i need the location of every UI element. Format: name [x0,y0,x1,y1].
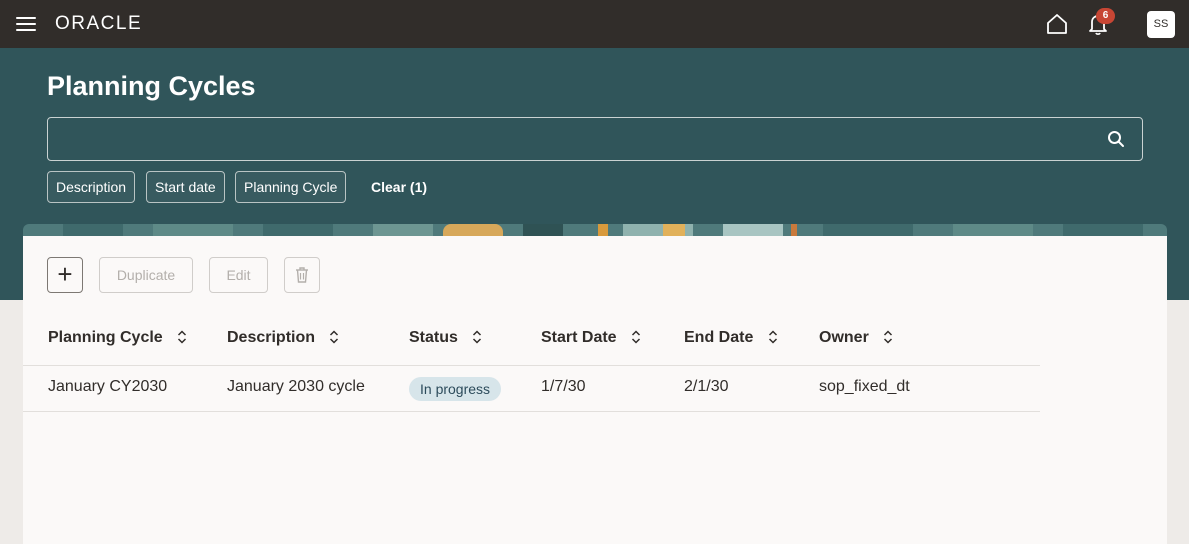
search-box [47,117,1143,161]
sort-icon [768,330,777,344]
column-header-label: End Date [684,329,754,346]
cell-end-date: 2/1/30 [684,378,729,395]
add-button[interactable]: + [47,257,83,293]
filter-chip-start-date[interactable]: Start date [146,171,225,203]
search-input[interactable] [58,126,1098,154]
sort-icon [178,330,187,344]
duplicate-button[interactable]: Duplicate [99,257,193,293]
cell-description: January 2030 cycle [227,378,365,395]
content-card [23,236,1167,544]
column-header-label: Owner [819,329,869,346]
sort-icon [473,330,482,344]
column-header-owner[interactable]: Owner [819,329,893,347]
page-title: Planning Cycles [47,71,256,101]
edit-button[interactable]: Edit [209,257,268,293]
oracle-logo: ORACLE [55,13,143,34]
column-header-end-date[interactable]: End Date [684,329,778,347]
sort-icon [884,330,893,344]
cell-start-date: 1/7/30 [541,378,586,395]
background-pattern-right [1167,300,1189,544]
top-bar [0,0,1189,48]
column-header-label: Status [409,329,458,346]
column-header-planning-cycle[interactable]: Planning Cycle [48,329,187,347]
sort-icon [632,330,641,344]
notification-badge: 6 [1096,8,1115,24]
filter-chip-planning-cycle[interactable]: Planning Cycle [235,171,347,203]
column-header-label: Description [227,329,316,346]
background-pattern-left [0,300,23,544]
clear-filters-link[interactable]: Clear (1) [371,179,427,195]
table-divider [23,411,1040,412]
status-badge: In progress [409,377,502,401]
cell-owner: sop_fixed_dt [819,378,910,395]
sort-icon [330,330,339,344]
cell-planning-cycle[interactable]: January CY2030 [48,378,167,396]
home-icon[interactable] [1045,12,1069,36]
column-header-label: Planning Cycle [48,329,163,346]
hamburger-menu-icon[interactable] [14,14,38,34]
search-icon[interactable] [1106,129,1126,149]
column-header-label: Start Date [541,329,617,346]
column-header-start-date[interactable]: Start Date [541,329,641,347]
trash-icon [296,267,308,283]
filter-chip-description[interactable]: Description [47,171,136,203]
user-avatar[interactable]: SS [1147,11,1175,38]
column-header-status[interactable]: Status [409,329,482,347]
table-divider [23,365,1040,366]
column-header-description[interactable]: Description [227,329,339,347]
delete-button[interactable] [284,257,320,293]
